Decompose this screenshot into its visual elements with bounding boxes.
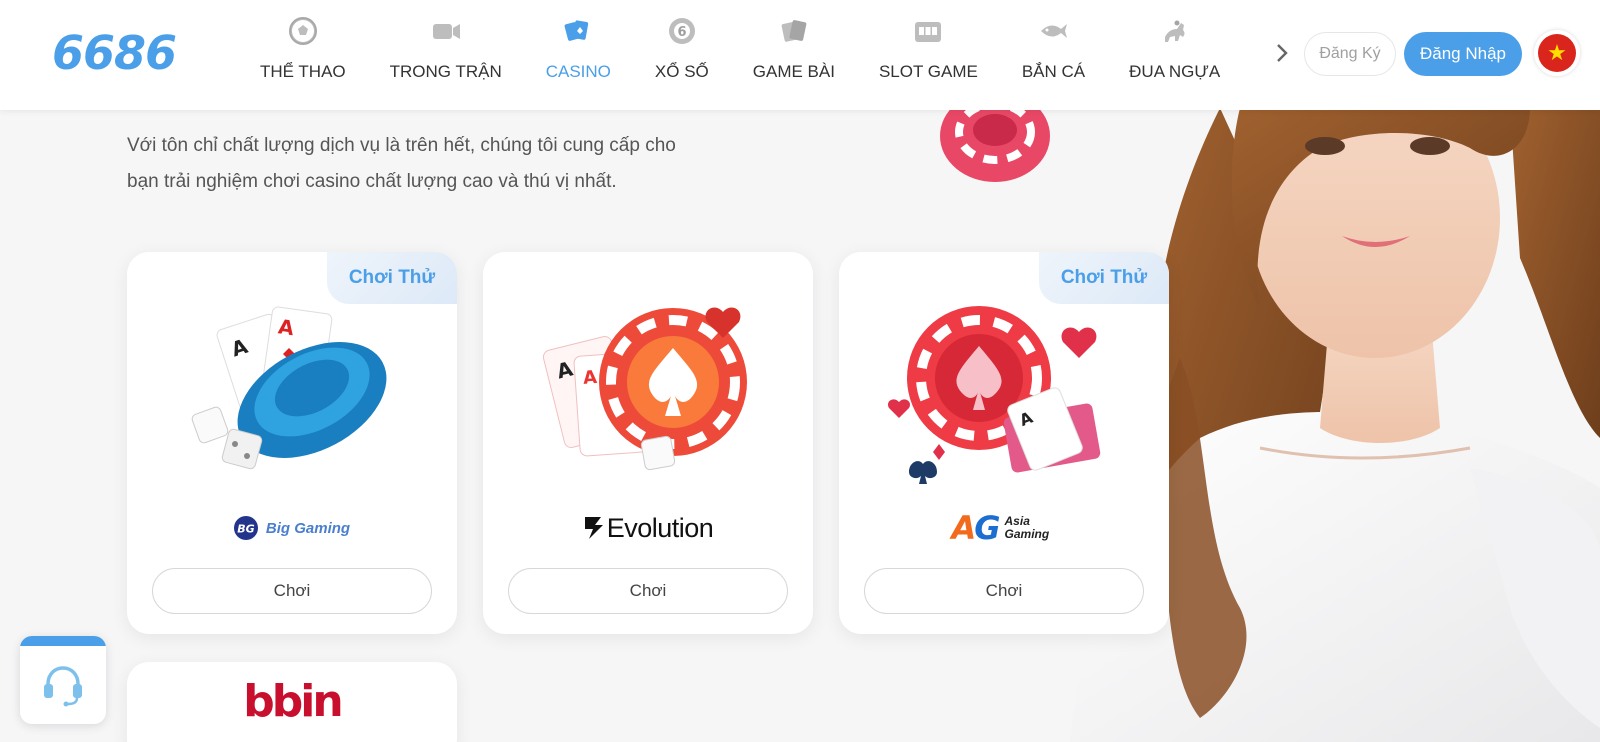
nav-label: XỔ SỐ: [654, 62, 709, 81]
big-gaming-logo-icon: BG: [233, 516, 258, 540]
provider-logo: BG Big Gaming: [167, 506, 417, 550]
play-button[interactable]: Chơi: [864, 568, 1144, 614]
top-header: 6686 THỂ THAO TRONG TRẬN CASINO 6 XỔ SỐ …: [0, 0, 1600, 110]
nav-label: SLOT GAME: [878, 62, 978, 81]
provider-logo-text: bbin: [243, 676, 343, 727]
support-widget-bar: [20, 636, 106, 646]
svg-text:A: A: [582, 367, 597, 389]
nav-label: CASINO: [545, 62, 611, 81]
horse-racing-icon: [1158, 14, 1192, 48]
decorative-chip-image: [940, 108, 1050, 182]
nav-item-card-games[interactable]: GAME BÀI: [731, 14, 857, 94]
nav-item-slots[interactable]: SLOT GAME: [857, 14, 1000, 94]
big-gaming-art-image: A A: [191, 306, 387, 470]
soccer-ball-icon: [286, 14, 320, 48]
provider-logo-text: Big Gaming: [265, 519, 351, 537]
video-camera-icon: [429, 14, 463, 48]
register-button[interactable]: Đăng Ký: [1304, 32, 1396, 76]
provider-logo: Evolution: [523, 506, 773, 550]
nav-label: THỂ THAO: [260, 62, 346, 81]
provider-card-bbin[interactable]: bbin: [127, 662, 457, 742]
nav-next-arrow-icon[interactable]: [1272, 40, 1292, 66]
slot-machine-icon: [911, 14, 945, 48]
provider-card-asia-gaming[interactable]: Chơi Thử A AG Asia Gaming Chơi: [839, 252, 1169, 634]
language-selector[interactable]: ★: [1534, 30, 1580, 76]
nav-label: GAME BÀI: [752, 62, 835, 81]
card-game-icon: [777, 14, 811, 48]
vietnam-flag-icon: ★: [1538, 34, 1576, 72]
svg-text:6: 6: [677, 25, 686, 40]
headset-icon: [20, 646, 106, 724]
playing-cards-icon: [561, 14, 595, 48]
nav-item-sports[interactable]: THỂ THAO: [238, 14, 368, 94]
intro-line: bạn trải nghiệm chơi casino chất lượng c…: [127, 171, 617, 192]
nav-label: ĐUA NGỰA: [1129, 62, 1221, 81]
provider-logo-text: Asia Gaming: [1004, 514, 1050, 541]
site-logo[interactable]: 6686: [52, 26, 177, 80]
provider-logo-text: Evolution: [606, 512, 714, 543]
login-button[interactable]: Đăng Nhập: [1404, 32, 1522, 76]
nav-item-horse-racing[interactable]: ĐUA NGỰA: [1107, 14, 1242, 94]
provider-card-evolution[interactable]: A A Evolution Chơi: [483, 252, 813, 634]
evolution-art-image: A A: [542, 307, 747, 471]
nav-label: BẮN CÁ: [1021, 62, 1086, 81]
nav-item-fishing[interactable]: BẮN CÁ: [1000, 14, 1107, 94]
nav-label: TRONG TRẬN: [389, 62, 502, 81]
play-button[interactable]: Chơi: [508, 568, 788, 614]
customer-support-widget[interactable]: [20, 636, 106, 724]
intro-text: Với tôn chỉ chất lượng dịch vụ là trên h…: [127, 128, 747, 200]
provider-logo: bbin: [127, 676, 457, 727]
nav-item-lottery[interactable]: 6 XỔ SỐ: [633, 14, 731, 94]
nav-item-casino[interactable]: CASINO: [524, 14, 633, 94]
fish-icon: [1036, 14, 1070, 48]
main-nav: THỂ THAO TRONG TRẬN CASINO 6 XỔ SỐ GAME …: [238, 14, 1242, 94]
asia-gaming-art-image: A: [888, 306, 1101, 484]
nav-item-live[interactable]: TRONG TRẬN: [368, 14, 524, 94]
svg-text:BG: BG: [237, 523, 254, 536]
play-button[interactable]: Chơi: [152, 568, 432, 614]
lottery-ball-icon: 6: [665, 14, 699, 48]
intro-line: Với tôn chỉ chất lượng dịch vụ là trên h…: [127, 135, 676, 156]
provider-card-big-gaming[interactable]: Chơi Thử A A BG Big Gaming Chơi: [127, 252, 457, 634]
evolution-logo-icon: [584, 517, 603, 539]
asia-gaming-logo-icon: AG: [951, 509, 1000, 547]
provider-logo: AG Asia Gaming: [879, 506, 1129, 550]
